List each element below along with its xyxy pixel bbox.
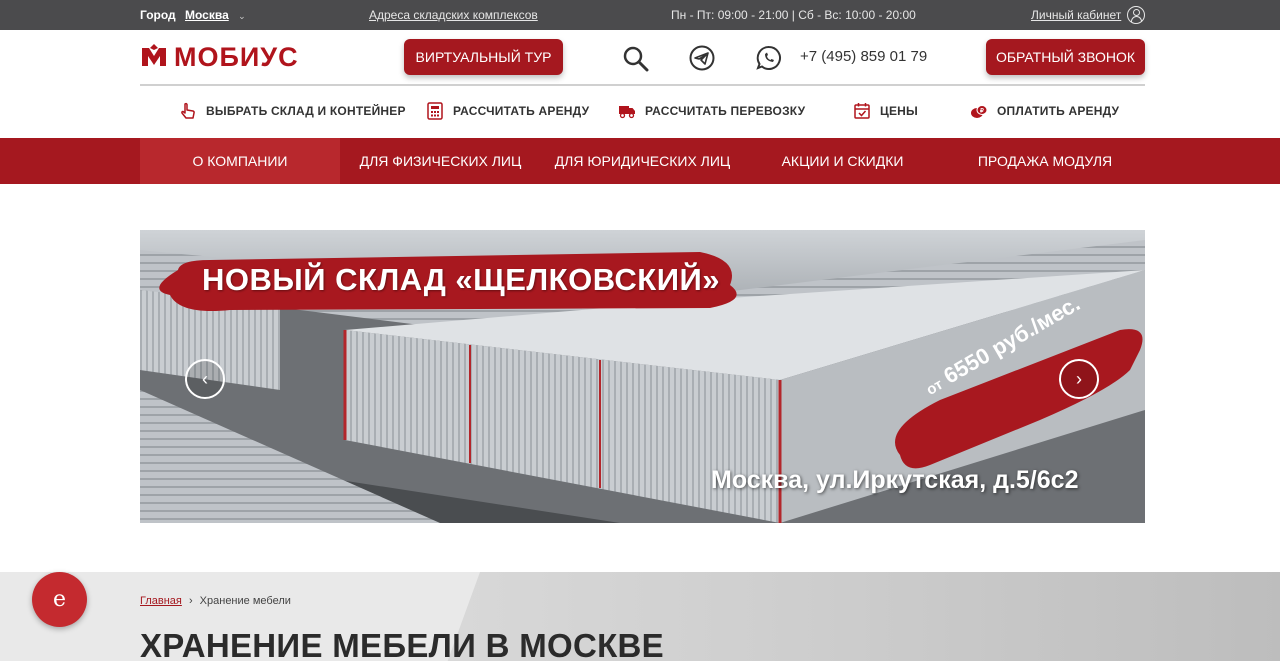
breadcrumb-separator: › [188,595,193,607]
breadcrumb: Главная › Хранение мебели [140,595,291,607]
logo-mark-icon [142,44,166,66]
page: Город Москва ⌄ Адреса складских комплекс… [0,0,1280,661]
virtual-tour-button[interactable]: ВИРТУАЛЬНЫЙ ТУР [404,39,563,75]
service-label: ОПЛАТИТЬ АРЕНДУ [997,104,1120,118]
phone-number[interactable]: +7 (495) 859 01 79 [800,48,927,65]
whatsapp-icon[interactable] [755,44,783,72]
user-icon[interactable] [1127,6,1145,24]
service-label: ЦЕНЫ [880,104,918,118]
logo-text: МОБИУС [174,41,299,72]
city-label: Город [140,8,176,22]
service-label: РАССЧИТАТЬ АРЕНДУ [453,104,590,118]
working-hours: Пн - Пт: 09:00 - 21:00 | Сб - Вс: 10:00 … [671,8,916,22]
svg-text:₽: ₽ [980,108,984,115]
logo[interactable]: МОБИУС [140,42,299,72]
warehouses-link[interactable]: Адреса складских комплексов [369,8,538,22]
slider-next-button[interactable]: › [1059,359,1099,399]
service-calc-transport[interactable]: РАССЧИТАТЬ ПЕРЕВОЗКУ [618,102,805,120]
search-icon[interactable] [621,44,649,72]
page-title: ХРАНЕНИЕ МЕБЕЛИ В МОСКВЕ [140,627,664,661]
service-choose-warehouse[interactable]: ВЫБРАТЬ СКЛАД И КОНТЕЙНЕР [179,102,406,120]
breadcrumb-home[interactable]: Главная [140,595,182,607]
main-nav: О КОМПАНИИ ДЛЯ ФИЗИЧЕСКИХ ЛИЦ ДЛЯ ЮРИДИЧ… [0,138,1280,184]
nav-legal-entities[interactable]: ДЛЯ ЮРИДИЧЕСКИХ ЛИЦ [540,138,745,184]
service-pay-rent[interactable]: ₽ ОПЛАТИТЬ АРЕНДУ [970,102,1119,120]
city-selector[interactable]: Город Москва ⌄ [140,8,246,22]
coins-icon: ₽ [971,105,988,118]
slider-prev-button[interactable]: ‹ [185,359,225,399]
service-label: ВЫБРАТЬ СКЛАД И КОНТЕЙНЕР [206,104,406,118]
calculator-icon [427,102,443,120]
chat-widget-button[interactable]: e [32,572,87,627]
nav-promotions[interactable]: АКЦИИ И СКИДКИ [750,138,935,184]
chevron-right-icon: › [1076,368,1082,389]
nav-about-company[interactable]: О КОМПАНИИ [140,138,340,184]
top-bar: Город Москва ⌄ Адреса складских комплекс… [0,0,1280,30]
service-calc-rent[interactable]: РАССЧИТАТЬ АРЕНДУ [426,102,589,120]
nav-individuals[interactable]: ДЛЯ ФИЗИЧЕСКИХ ЛИЦ [343,138,538,184]
telegram-icon[interactable] [688,44,716,72]
calendar-check-icon [854,103,870,119]
service-prices[interactable]: ЦЕНЫ [853,102,918,120]
city-value[interactable]: Москва [185,8,229,22]
hero-slider[interactable]: НОВЫЙ СКЛАД «ЩЕЛКОВСКИЙ» от 6550 руб./ме… [140,230,1145,523]
pointer-hand-icon [181,102,195,119]
slide-title: НОВЫЙ СКЛАД «ЩЕЛКОВСКИЙ» [202,262,721,297]
chevron-left-icon: ‹ [202,368,208,389]
slide-address: Москва, ул.Иркутская, д.5/6с2 [711,466,1079,494]
truck-icon [619,106,635,119]
header: МОБИУС ВИРТУАЛЬНЫЙ ТУР +7 (495) 859 01 7… [0,30,1280,86]
breadcrumb-current: Хранение мебели [199,595,291,607]
chevron-down-icon[interactable]: ⌄ [238,11,246,22]
cabinet-link[interactable]: Личный кабинет [1031,8,1121,22]
callback-button[interactable]: ОБРАТНЫЙ ЗВОНОК [986,39,1145,75]
nav-module-sale[interactable]: ПРОДАЖА МОДУЛЯ [945,138,1145,184]
service-label: РАССЧИТАТЬ ПЕРЕВОЗКУ [645,104,806,118]
page-header-section: Главная › Хранение мебели ХРАНЕНИЕ МЕБЕЛ… [0,572,1280,661]
service-nav: ВЫБРАТЬ СКЛАД И КОНТЕЙНЕР РАССЧИТАТЬ АРЕ… [0,86,1280,138]
